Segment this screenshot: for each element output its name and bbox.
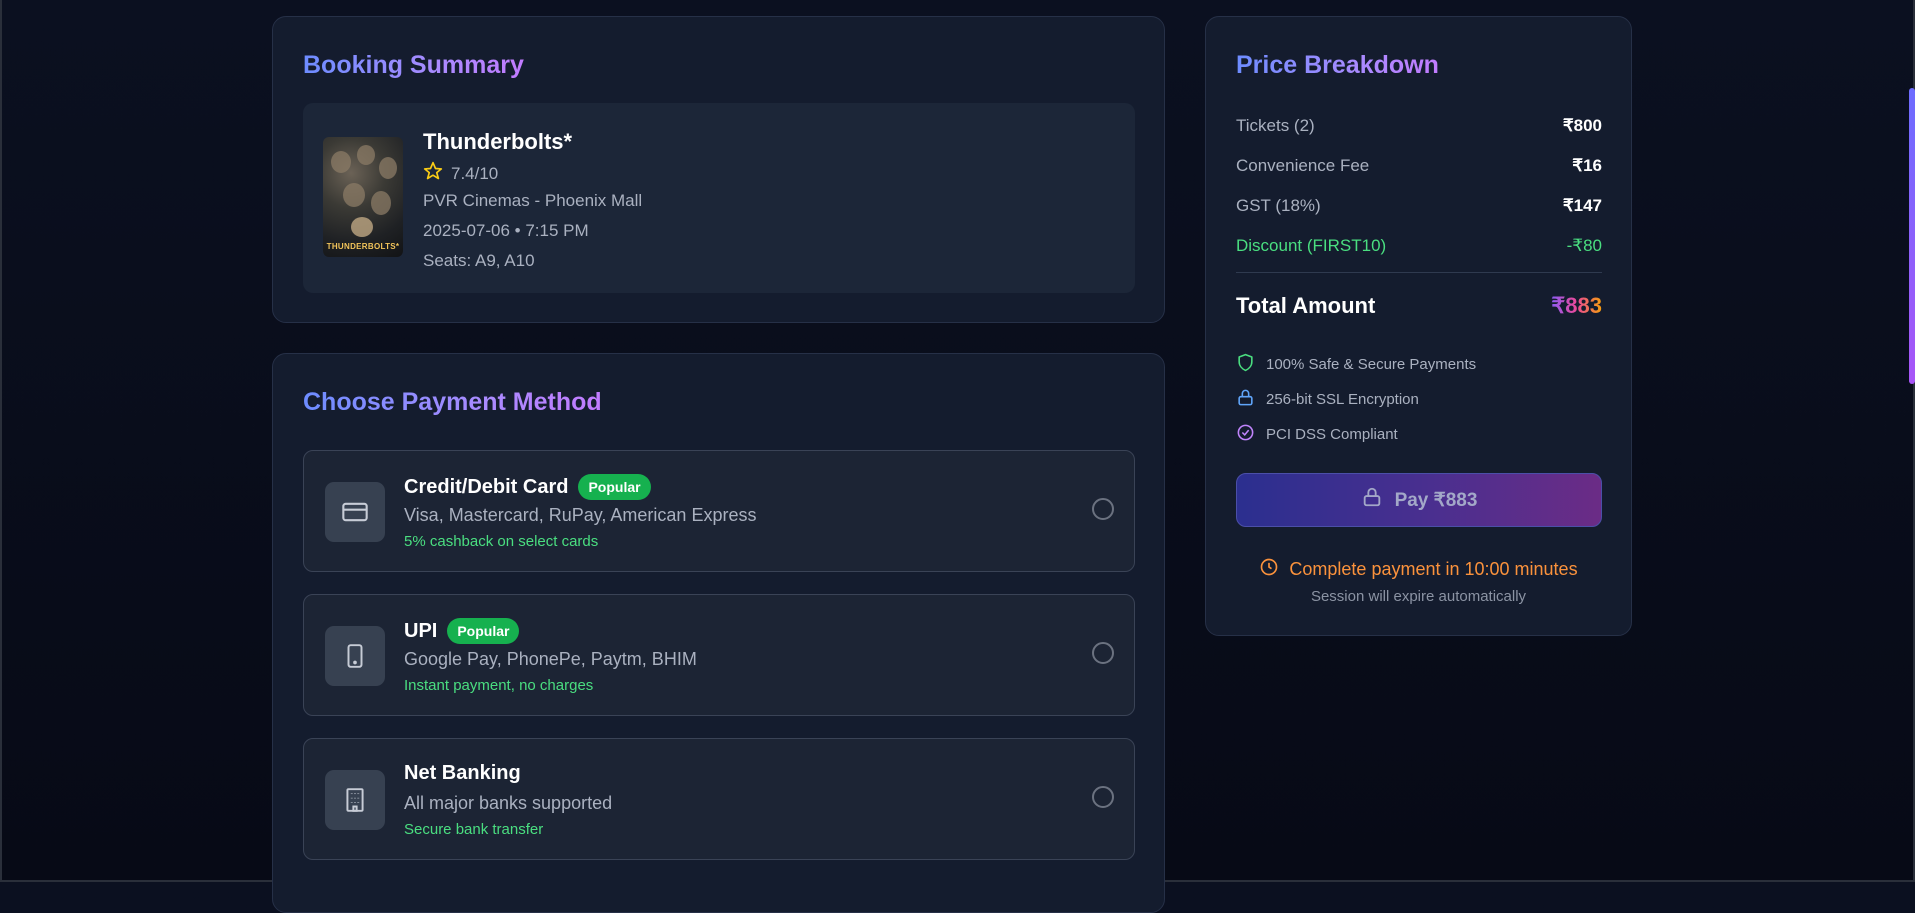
price-value: ₹16 bbox=[1572, 156, 1602, 175]
card-radio[interactable] bbox=[1092, 498, 1114, 520]
total-amount-row: Total Amount ₹883 bbox=[1236, 293, 1602, 319]
payment-option-card[interactable]: Credit/Debit Card Popular Visa, Masterca… bbox=[303, 450, 1135, 572]
netbanking-radio[interactable] bbox=[1092, 786, 1114, 808]
movie-title: Thunderbolts* bbox=[423, 129, 573, 154]
movie-info-box: THUNDERBOLTS* Thunderbolts* 7.4/10 PVR C… bbox=[303, 103, 1135, 293]
security-item: 100% Safe & Secure Payments bbox=[1236, 353, 1476, 376]
price-label: Convenience Fee bbox=[1236, 156, 1370, 175]
popular-badge: Popular bbox=[447, 618, 520, 644]
payment-option-note: 5% cashback on select cards bbox=[404, 533, 599, 550]
price-value: ₹147 bbox=[1562, 196, 1602, 215]
price-divider bbox=[1236, 272, 1602, 273]
smartphone-icon bbox=[325, 626, 385, 686]
payment-option-note: Secure bank transfer bbox=[404, 821, 544, 838]
seat-numbers: Seats: A9, A10 bbox=[423, 251, 535, 270]
price-row-gst: GST (18%) ₹147 bbox=[1236, 196, 1602, 216]
payment-option-upi[interactable]: UPI Popular Google Pay, PhonePe, Paytm, … bbox=[303, 594, 1135, 716]
session-expire-text: Session will expire automatically bbox=[1310, 588, 1527, 605]
clock-icon bbox=[1259, 557, 1279, 582]
price-row-convenience: Convenience Fee ₹16 bbox=[1236, 156, 1602, 176]
movie-rating: 7.4/10 bbox=[423, 161, 498, 186]
price-label: Tickets (2) bbox=[1236, 116, 1315, 135]
price-value: -₹80 bbox=[1566, 236, 1602, 255]
movie-poster: THUNDERBOLTS* bbox=[323, 137, 403, 257]
total-label: Total Amount bbox=[1236, 293, 1376, 318]
payment-option-name: Credit/Debit Card Popular bbox=[404, 474, 651, 500]
payment-option-name: UPI Popular bbox=[404, 618, 520, 644]
shield-icon bbox=[1236, 353, 1255, 376]
price-label: GST (18%) bbox=[1236, 196, 1321, 215]
pay-button[interactable]: Pay ₹883 bbox=[1236, 473, 1602, 527]
total-value: ₹883 bbox=[1551, 293, 1602, 318]
lock-icon bbox=[1361, 486, 1383, 514]
price-row-discount: Discount (FIRST10) -₹80 bbox=[1236, 236, 1602, 256]
page-scrollbar[interactable] bbox=[1909, 88, 1915, 384]
payment-option-name: Net Banking bbox=[404, 762, 521, 785]
star-icon bbox=[423, 161, 443, 186]
price-breakdown-card: Price Breakdown Tickets (2) ₹800 Conveni… bbox=[1205, 16, 1632, 636]
building-icon bbox=[325, 770, 385, 830]
payment-method-card: Choose Payment Method Credit/Debit Card … bbox=[272, 353, 1165, 913]
price-value: ₹800 bbox=[1562, 116, 1602, 135]
method-name-card: Credit/Debit Card bbox=[404, 475, 569, 498]
security-text: 100% Safe & Secure Payments bbox=[1266, 356, 1477, 373]
check-circle-icon bbox=[1236, 423, 1255, 446]
method-name-netbanking: Net Banking bbox=[404, 762, 521, 784]
payment-option-desc: Google Pay, PhonePe, Paytm, BHIM bbox=[404, 649, 697, 669]
price-row-tickets: Tickets (2) ₹800 bbox=[1236, 116, 1602, 136]
booking-summary-title: Booking Summary bbox=[303, 51, 524, 79]
payment-timer: Complete payment in 10:00 minutes bbox=[1206, 557, 1631, 582]
lock-icon bbox=[1236, 388, 1255, 411]
payment-option-desc: Visa, Mastercard, RuPay, American Expres… bbox=[404, 505, 757, 525]
method-name-upi: UPI bbox=[404, 619, 438, 642]
show-datetime: 2025-07-06 • 7:15 PM bbox=[423, 221, 589, 240]
poster-title-text: THUNDERBOLTS* bbox=[326, 242, 400, 251]
timer-text: Complete payment in 10:00 minutes bbox=[1289, 559, 1578, 579]
upi-radio[interactable] bbox=[1092, 642, 1114, 664]
price-label: Discount (FIRST10) bbox=[1236, 236, 1387, 255]
pay-button-label: Pay ₹883 bbox=[1394, 489, 1478, 511]
security-item: PCI DSS Compliant bbox=[1236, 423, 1398, 446]
rating-value: 7.4/10 bbox=[451, 163, 499, 183]
theater-name: PVR Cinemas - Phoenix Mall bbox=[423, 191, 643, 210]
booking-summary-card: Booking Summary THUNDERBOLTS* Thunderbol… bbox=[272, 16, 1165, 323]
popular-badge: Popular bbox=[578, 474, 651, 500]
price-breakdown-title: Price Breakdown bbox=[1236, 51, 1439, 79]
security-text: PCI DSS Compliant bbox=[1266, 426, 1398, 443]
payment-method-title: Choose Payment Method bbox=[303, 388, 602, 416]
security-text: 256-bit SSL Encryption bbox=[1266, 391, 1419, 408]
credit-card-icon bbox=[325, 482, 385, 542]
payment-option-netbanking[interactable]: Net Banking All major banks supported Se… bbox=[303, 738, 1135, 860]
payment-option-desc: All major banks supported bbox=[404, 793, 613, 813]
security-item: 256-bit SSL Encryption bbox=[1236, 388, 1419, 411]
payment-option-note: Instant payment, no charges bbox=[404, 677, 594, 694]
